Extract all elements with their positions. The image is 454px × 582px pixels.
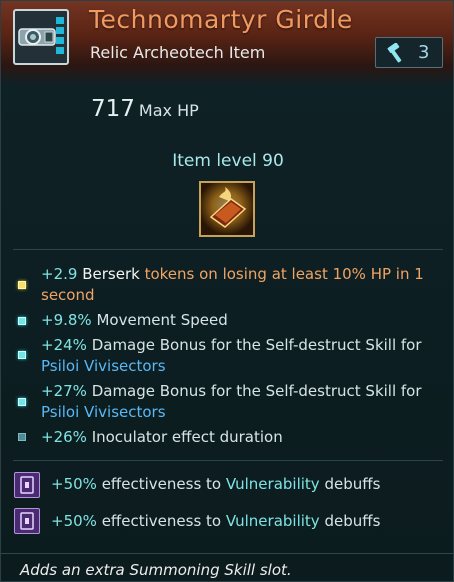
- augment-text: effectiveness to: [101, 475, 222, 493]
- affix-text: Inoculator effect duration: [91, 428, 283, 446]
- affix-value: +27%: [41, 382, 87, 400]
- item-type: Relic Archeotech Item: [90, 43, 266, 62]
- item-footer-note: Adds an extra Summoning Skill slot.: [20, 561, 292, 579]
- affix-bullet: [18, 317, 26, 325]
- affix-bullet: [18, 281, 26, 289]
- divider: [13, 249, 443, 250]
- affix-value: +24%: [41, 336, 87, 354]
- relic-book-icon: [199, 181, 255, 237]
- affix-bullet: [18, 433, 26, 441]
- divider: [1, 553, 453, 554]
- augment-value: +50%: [51, 475, 97, 493]
- item-tooltip: Technomartyr Girdle Relic Archeotech Ite…: [0, 0, 454, 582]
- item-level: Item level 90: [172, 151, 284, 171]
- affix-value: +2.9: [41, 265, 78, 283]
- salvage-badge: 3: [375, 37, 443, 68]
- affix-text: Damage Bonus for the Self-destruct Skill…: [91, 382, 422, 400]
- augment-slot-icon: [14, 472, 40, 498]
- augment-effect: +50% effectiveness to Vulnerability debu…: [51, 512, 380, 530]
- augment-slot-icon: [14, 508, 40, 534]
- affix-bullet: [18, 351, 26, 359]
- affix-berserk: +2.9 Berserk tokens on losing at least 1…: [41, 264, 445, 306]
- affix-bullet: [18, 398, 26, 406]
- stat-label: Max HP: [138, 101, 199, 120]
- affix-text: Movement Speed: [96, 311, 228, 329]
- affix-self-destruct-damage: +27% Damage Bonus for the Self-destruct …: [41, 381, 445, 423]
- item-name: Technomartyr Girdle: [89, 5, 353, 34]
- affix-text: Damage Bonus for the Self-destruct Skill…: [91, 336, 422, 354]
- affix-value: +9.8%: [41, 311, 92, 329]
- tooltip-header: Technomartyr Girdle Relic Archeotech Ite…: [1, 1, 453, 84]
- augment-text: debuffs: [324, 512, 381, 530]
- primary-stat: 717 Max HP: [91, 96, 199, 122]
- affix-link[interactable]: Psiloi Vivisectors: [41, 403, 166, 421]
- affix-value: +26%: [41, 428, 87, 446]
- stat-value: 717: [91, 96, 135, 122]
- affix-movement-speed: +9.8% Movement Speed: [41, 310, 445, 331]
- affix-self-destruct-damage: +24% Damage Bonus for the Self-destruct …: [41, 335, 445, 377]
- divider: [13, 460, 443, 461]
- hammer-icon: [387, 43, 402, 63]
- affix-link[interactable]: Psiloi Vivisectors: [41, 357, 166, 375]
- augment-text: effectiveness to: [101, 512, 222, 530]
- salvage-value: 3: [418, 42, 430, 63]
- affix-keyword: Berserk: [82, 265, 140, 283]
- affix-inoculator-duration: +26% Inoculator effect duration: [41, 427, 445, 448]
- belt-archeotech-icon: [13, 9, 69, 65]
- augment-effect: +50% effectiveness to Vulnerability debu…: [51, 475, 380, 493]
- augment-keyword[interactable]: Vulnerability: [226, 475, 320, 493]
- augment-text: debuffs: [324, 475, 381, 493]
- augment-value: +50%: [51, 512, 97, 530]
- augment-keyword[interactable]: Vulnerability: [226, 512, 320, 530]
